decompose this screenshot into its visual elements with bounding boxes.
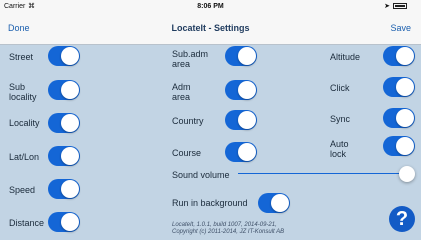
status-time: 8:06 PM xyxy=(197,3,224,10)
toggle-knob xyxy=(238,81,256,99)
auto-lock-toggle[interactable] xyxy=(383,136,415,156)
course-toggle[interactable] xyxy=(225,142,257,162)
locality-label: Locality xyxy=(9,118,40,128)
street-label: Street xyxy=(9,52,34,62)
click-label: Click xyxy=(330,83,350,93)
sub-locality-toggle[interactable] xyxy=(48,80,80,100)
battery-icon xyxy=(393,3,407,9)
altitude-toggle[interactable] xyxy=(383,46,415,66)
run-in-background-label: Run in background xyxy=(172,198,248,208)
speed-label: Speed xyxy=(9,185,36,195)
sub-locality-label: Sub locality xyxy=(9,82,37,102)
toggle-knob xyxy=(238,111,256,129)
altitude-label: Altitude xyxy=(330,52,361,62)
locality-toggle[interactable] xyxy=(48,113,80,133)
status-bar: Carrier ⌘ 8:06 PM ➤ xyxy=(0,0,421,13)
toggle-knob xyxy=(61,147,79,165)
street-toggle[interactable] xyxy=(48,46,80,66)
toggle-knob xyxy=(238,47,256,65)
app-info: LocateIt, 1.0.1, build 1007, 2014-09-21,… xyxy=(172,222,284,236)
auto-lock-label: Auto lock xyxy=(330,139,349,159)
navigation-bar: Done LocateIt - Settings Save xyxy=(0,13,421,45)
toggle-knob xyxy=(61,180,79,198)
location-arrow-icon: ➤ xyxy=(384,3,390,10)
sync-label: Sync xyxy=(330,114,351,124)
info-version: LocateIt, 1.0.1, build 1007, 2014-09-21, xyxy=(172,222,277,228)
sound-volume-track xyxy=(238,173,406,174)
adm-area-label: Adm area xyxy=(172,82,191,102)
country-toggle[interactable] xyxy=(225,110,257,130)
sub-adm-area-label: Sub.adm area xyxy=(172,49,209,69)
adm-area-toggle[interactable] xyxy=(225,80,257,100)
latlon-toggle[interactable] xyxy=(48,146,80,166)
save-button[interactable]: Save xyxy=(390,23,411,33)
toggle-knob xyxy=(61,81,79,99)
toggle-knob xyxy=(396,109,414,127)
toggle-knob xyxy=(396,78,414,96)
sync-toggle[interactable] xyxy=(383,108,415,128)
distance-toggle[interactable] xyxy=(48,212,80,232)
help-button[interactable]: ? xyxy=(389,206,415,232)
toggle-knob xyxy=(396,137,414,155)
toggle-knob xyxy=(61,114,79,132)
distance-label: Distance xyxy=(9,218,45,228)
toggle-knob xyxy=(61,213,79,231)
sound-volume-label: Sound volume xyxy=(172,170,230,180)
latlon-label: Lat/Lon xyxy=(9,152,40,162)
sound-volume-slider[interactable] xyxy=(399,166,415,182)
sub-adm-area-toggle[interactable] xyxy=(225,46,257,66)
toggle-knob xyxy=(61,47,79,65)
page-title: LocateIt - Settings xyxy=(171,23,250,33)
toggle-knob xyxy=(396,47,414,65)
info-copyright: Copyright (c) 2011-2014, JZ IT-Konsult A… xyxy=(172,229,285,235)
speed-toggle[interactable] xyxy=(48,179,80,199)
toggle-knob xyxy=(271,194,289,212)
run-in-background-toggle[interactable] xyxy=(258,193,290,213)
toggle-knob xyxy=(238,143,256,161)
country-label: Country xyxy=(172,116,204,126)
course-label: Course xyxy=(172,148,202,158)
click-toggle[interactable] xyxy=(383,77,415,97)
